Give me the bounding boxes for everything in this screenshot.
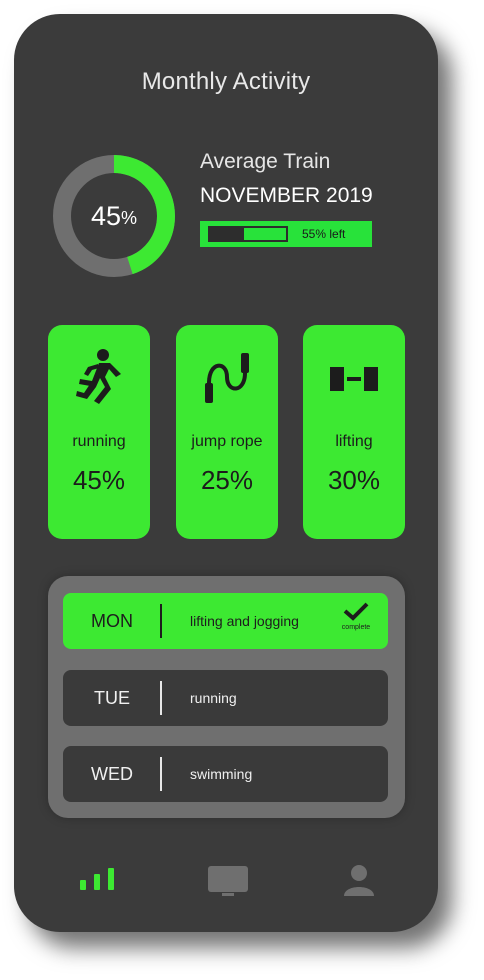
- page-title: Monthly Activity: [141, 68, 311, 95]
- schedule-activity: lifting and jogging: [190, 613, 299, 629]
- schedule-day: MON: [91, 611, 133, 631]
- ring-label: 45 %: [50, 152, 178, 280]
- schedule-day: WED: [91, 764, 133, 784]
- schedule-activity: running: [190, 690, 237, 706]
- month-label: NOVEMBER 2019: [200, 184, 373, 207]
- dumbbell-icon: [303, 347, 405, 409]
- ring-percent-sign: %: [121, 207, 138, 228]
- activity-name: running: [72, 433, 126, 450]
- row-divider: [160, 681, 162, 715]
- monitor-icon[interactable]: [208, 866, 248, 903]
- activity-percent: 25%: [200, 465, 254, 495]
- activity-card-jump-rope[interactable]: jump rope 25%: [176, 325, 278, 539]
- progress-track: [208, 226, 288, 242]
- month-progress: 55% left: [200, 221, 372, 247]
- profile-icon[interactable]: [344, 864, 374, 901]
- row-divider: [160, 604, 162, 638]
- schedule-row-tue[interactable]: TUE running: [63, 670, 388, 726]
- schedule-activity: swimming: [190, 766, 253, 782]
- stats-icon[interactable]: [80, 868, 122, 897]
- runner-icon: [48, 347, 150, 409]
- complete-label: complete: [341, 624, 371, 631]
- activity-percent: 30%: [327, 465, 381, 495]
- row-divider: [160, 757, 162, 791]
- phone-screen: Monthly Activity 45 % Average Train NOVE…: [14, 14, 438, 932]
- ring-percent-value: 45: [90, 200, 122, 231]
- complete-status: complete: [336, 601, 376, 631]
- schedule-day: TUE: [94, 688, 130, 708]
- weekly-schedule: MON lifting and jogging complete TUE run…: [48, 576, 405, 818]
- activity-name: jump rope: [191, 433, 263, 450]
- jump-rope-icon: [176, 347, 278, 409]
- average-train-title: Average Train: [200, 150, 331, 173]
- activity-name: lifting: [335, 433, 373, 450]
- progress-label: 55% left: [302, 227, 346, 241]
- activity-ring: 45 %: [50, 152, 178, 280]
- schedule-row-wed[interactable]: WED swimming: [63, 746, 388, 802]
- activity-card-running[interactable]: running 45%: [48, 325, 150, 539]
- schedule-row-mon[interactable]: MON lifting and jogging complete: [63, 593, 388, 649]
- activity-percent: 45%: [72, 465, 126, 495]
- activity-card-lifting[interactable]: lifting 30%: [303, 325, 405, 539]
- check-icon: [343, 602, 369, 621]
- progress-fill: [210, 228, 245, 240]
